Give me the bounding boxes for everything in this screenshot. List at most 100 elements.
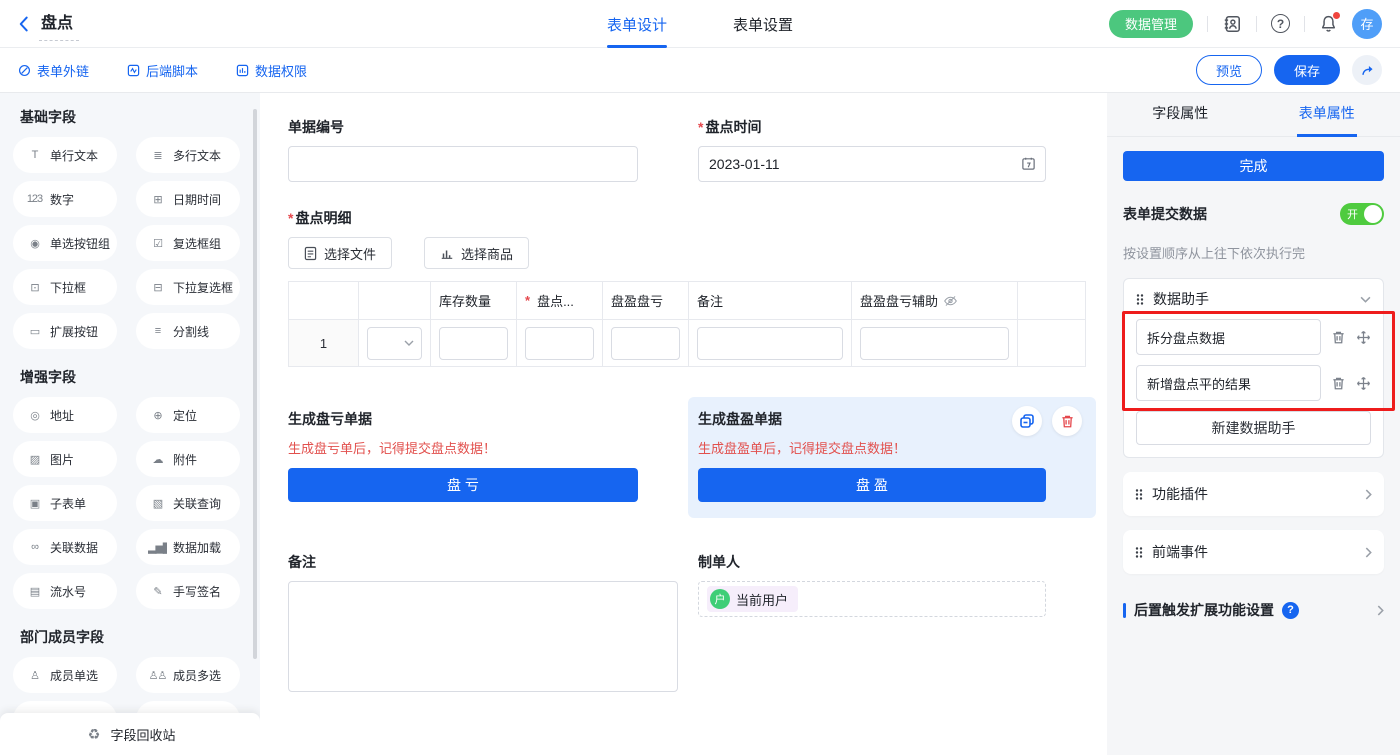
form-title[interactable]: 盘点 — [39, 7, 79, 41]
tab-form-settings[interactable]: 表单设置 — [733, 0, 793, 48]
field-type-item[interactable]: ◉ 单选按钮组 — [13, 225, 117, 261]
back-button[interactable] — [18, 15, 29, 33]
linked-data-icon: ∞ — [25, 541, 44, 553]
divider-icon: ≡ — [148, 325, 167, 337]
radio-group-icon: ◉ — [25, 237, 44, 250]
check-time-input[interactable] — [698, 146, 1046, 182]
delete-icon[interactable] — [1331, 330, 1346, 345]
share-button[interactable] — [1352, 55, 1382, 85]
field-type-label: 日期时间 — [173, 191, 221, 208]
chevron-down-icon — [1360, 296, 1371, 303]
item-select[interactable] — [367, 327, 422, 360]
field-recycle-bin-button[interactable]: ♻ 字段回收站 — [0, 713, 260, 755]
loss-hint: 生成盘亏单后，记得提交盘点数据！ — [288, 438, 638, 457]
field-type-item[interactable]: ≡ 分割线 — [136, 313, 240, 349]
diff-input[interactable] — [611, 327, 680, 360]
copy-field-button[interactable] — [1012, 406, 1042, 436]
data-permission-button[interactable]: 数据权限 — [236, 61, 307, 80]
sidebar-scrollbar[interactable] — [253, 109, 257, 659]
field-type-item[interactable]: T 单行文本 — [13, 137, 117, 173]
tab-form-properties[interactable]: 表单属性 — [1254, 93, 1400, 136]
chevron-right-icon — [1377, 605, 1384, 616]
post-trigger-settings[interactable]: 后置触发扩展功能设置 ? — [1123, 600, 1384, 620]
field-type-item[interactable]: ▭ 扩展按钮 — [13, 313, 117, 349]
done-button[interactable]: 完成 — [1123, 151, 1384, 181]
field-label: 生成盘亏单据 — [288, 409, 638, 429]
field-type-item[interactable]: ∞ 关联数据 — [13, 529, 117, 565]
frontend-events-card[interactable]: 前端事件 — [1123, 530, 1384, 574]
field-type-item[interactable]: ⊕ 定位 — [136, 397, 240, 433]
field-remark[interactable]: 备注 — [288, 552, 638, 695]
field-type-item[interactable]: ◎ 地址 — [13, 397, 117, 433]
col-check-qty: *盘点... — [517, 282, 603, 320]
move-icon[interactable] — [1356, 330, 1371, 345]
note-input[interactable] — [697, 327, 843, 360]
field-type-item[interactable]: ▂▅▇ 数据加载 — [136, 529, 240, 565]
move-icon[interactable] — [1356, 376, 1371, 391]
creator-input[interactable]: 户 当前用户 — [698, 581, 1046, 617]
tab-field-properties[interactable]: 字段属性 — [1107, 93, 1254, 136]
field-type-item[interactable]: ▨ 图片 — [13, 441, 117, 477]
field-doc-no[interactable]: 单据编号 — [288, 117, 638, 182]
user-tag-avatar: 户 — [710, 589, 730, 609]
detail-table-row: 1 — [289, 320, 1086, 367]
field-detail-subform[interactable]: * 盘点明细 选择文件 选择商品 库存数量 *盘点. — [288, 208, 1107, 367]
doc-no-input[interactable] — [288, 146, 638, 182]
field-type-item[interactable]: ▣ 子表单 — [13, 485, 117, 521]
field-type-item[interactable]: ☑ 复选框组 — [136, 225, 240, 261]
field-type-item[interactable]: ♙♙ 成员多选 — [136, 657, 240, 693]
remark-textarea[interactable] — [288, 581, 678, 692]
col-note: 备注 — [689, 282, 852, 320]
data-helper-item-name[interactable]: 新增盘点平的结果 — [1136, 365, 1321, 401]
topbar: 盘点 表单设计 表单设置 数据管理 ? 存 — [0, 0, 1400, 48]
field-type-item[interactable]: ♙ 成员单选 — [13, 657, 117, 693]
field-type-item[interactable]: ▧ 关联查询 — [136, 485, 240, 521]
field-type-item[interactable]: ⊡ 下拉框 — [13, 269, 117, 305]
contact-book-icon[interactable] — [1222, 14, 1242, 34]
delete-field-button[interactable] — [1052, 406, 1082, 436]
drag-handle-icon — [1135, 546, 1143, 559]
field-check-time[interactable]: * 盘点时间 — [698, 117, 1046, 182]
plugins-card[interactable]: 功能插件 — [1123, 472, 1384, 516]
new-data-helper-button[interactable]: 新建数据助手 — [1136, 411, 1371, 445]
delete-icon[interactable] — [1331, 376, 1346, 391]
select-file-button[interactable]: 选择文件 — [288, 237, 392, 269]
field-type-item[interactable]: ⊞ 日期时间 — [136, 181, 240, 217]
field-type-item[interactable]: ☁ 附件 — [136, 441, 240, 477]
notification-bell-icon[interactable] — [1319, 14, 1338, 33]
gain-button[interactable]: 盘 盈 — [698, 468, 1046, 502]
field-type-item[interactable]: ▤ 流水号 — [13, 573, 117, 609]
share-arrow-icon — [1360, 63, 1375, 78]
col-extra — [1018, 282, 1086, 320]
data-helper-header[interactable]: 数据助手 — [1124, 279, 1383, 319]
stock-qty-input[interactable] — [439, 327, 508, 360]
help-button[interactable]: ? — [1271, 14, 1290, 33]
field-label: * 盘点明细 — [288, 208, 1107, 228]
user-avatar[interactable]: 存 — [1352, 9, 1382, 39]
external-link-button[interactable]: 表单外链 — [18, 61, 89, 80]
data-helper-item-name[interactable]: 拆分盘点数据 — [1136, 319, 1321, 355]
field-type-item[interactable]: 123 数字 — [13, 181, 117, 217]
field-section-title: 增强字段 — [20, 367, 260, 387]
field-generate-loss[interactable]: 生成盘亏单据 生成盘亏单后，记得提交盘点数据！ 盘 亏 — [288, 397, 638, 518]
select-goods-button[interactable]: 选择商品 — [424, 237, 529, 269]
field-generate-gain-selected[interactable]: 生成盘盈单据 生成盘盈单后，记得提交盘点数据！ 盘 盈 — [688, 397, 1096, 518]
field-type-item[interactable]: ⊟ 下拉复选框 — [136, 269, 240, 305]
form-canvas: 单据编号 * 盘点时间 * 盘点明细 — [260, 93, 1107, 755]
data-helper-item: 新增盘点平的结果 — [1136, 365, 1371, 401]
loss-button[interactable]: 盘 亏 — [288, 468, 638, 502]
diff-assist-input[interactable] — [860, 327, 1009, 360]
field-type-item[interactable]: ✎ 手写签名 — [136, 573, 240, 609]
tab-form-design[interactable]: 表单设计 — [607, 0, 667, 48]
field-label: 制单人 — [698, 552, 1046, 572]
save-button[interactable]: 保存 — [1274, 55, 1340, 85]
preview-button[interactable]: 预览 — [1196, 55, 1262, 85]
data-manage-button[interactable]: 数据管理 — [1109, 10, 1193, 38]
field-type-label: 数据加载 — [173, 539, 221, 556]
submit-data-toggle[interactable]: 开 — [1340, 203, 1384, 225]
question-badge-icon[interactable]: ? — [1282, 602, 1299, 619]
field-type-item[interactable]: ≣ 多行文本 — [136, 137, 240, 173]
check-qty-input[interactable] — [525, 327, 594, 360]
field-creator[interactable]: 制单人 户 当前用户 — [698, 552, 1046, 617]
backend-script-button[interactable]: 后端脚本 — [127, 61, 198, 80]
